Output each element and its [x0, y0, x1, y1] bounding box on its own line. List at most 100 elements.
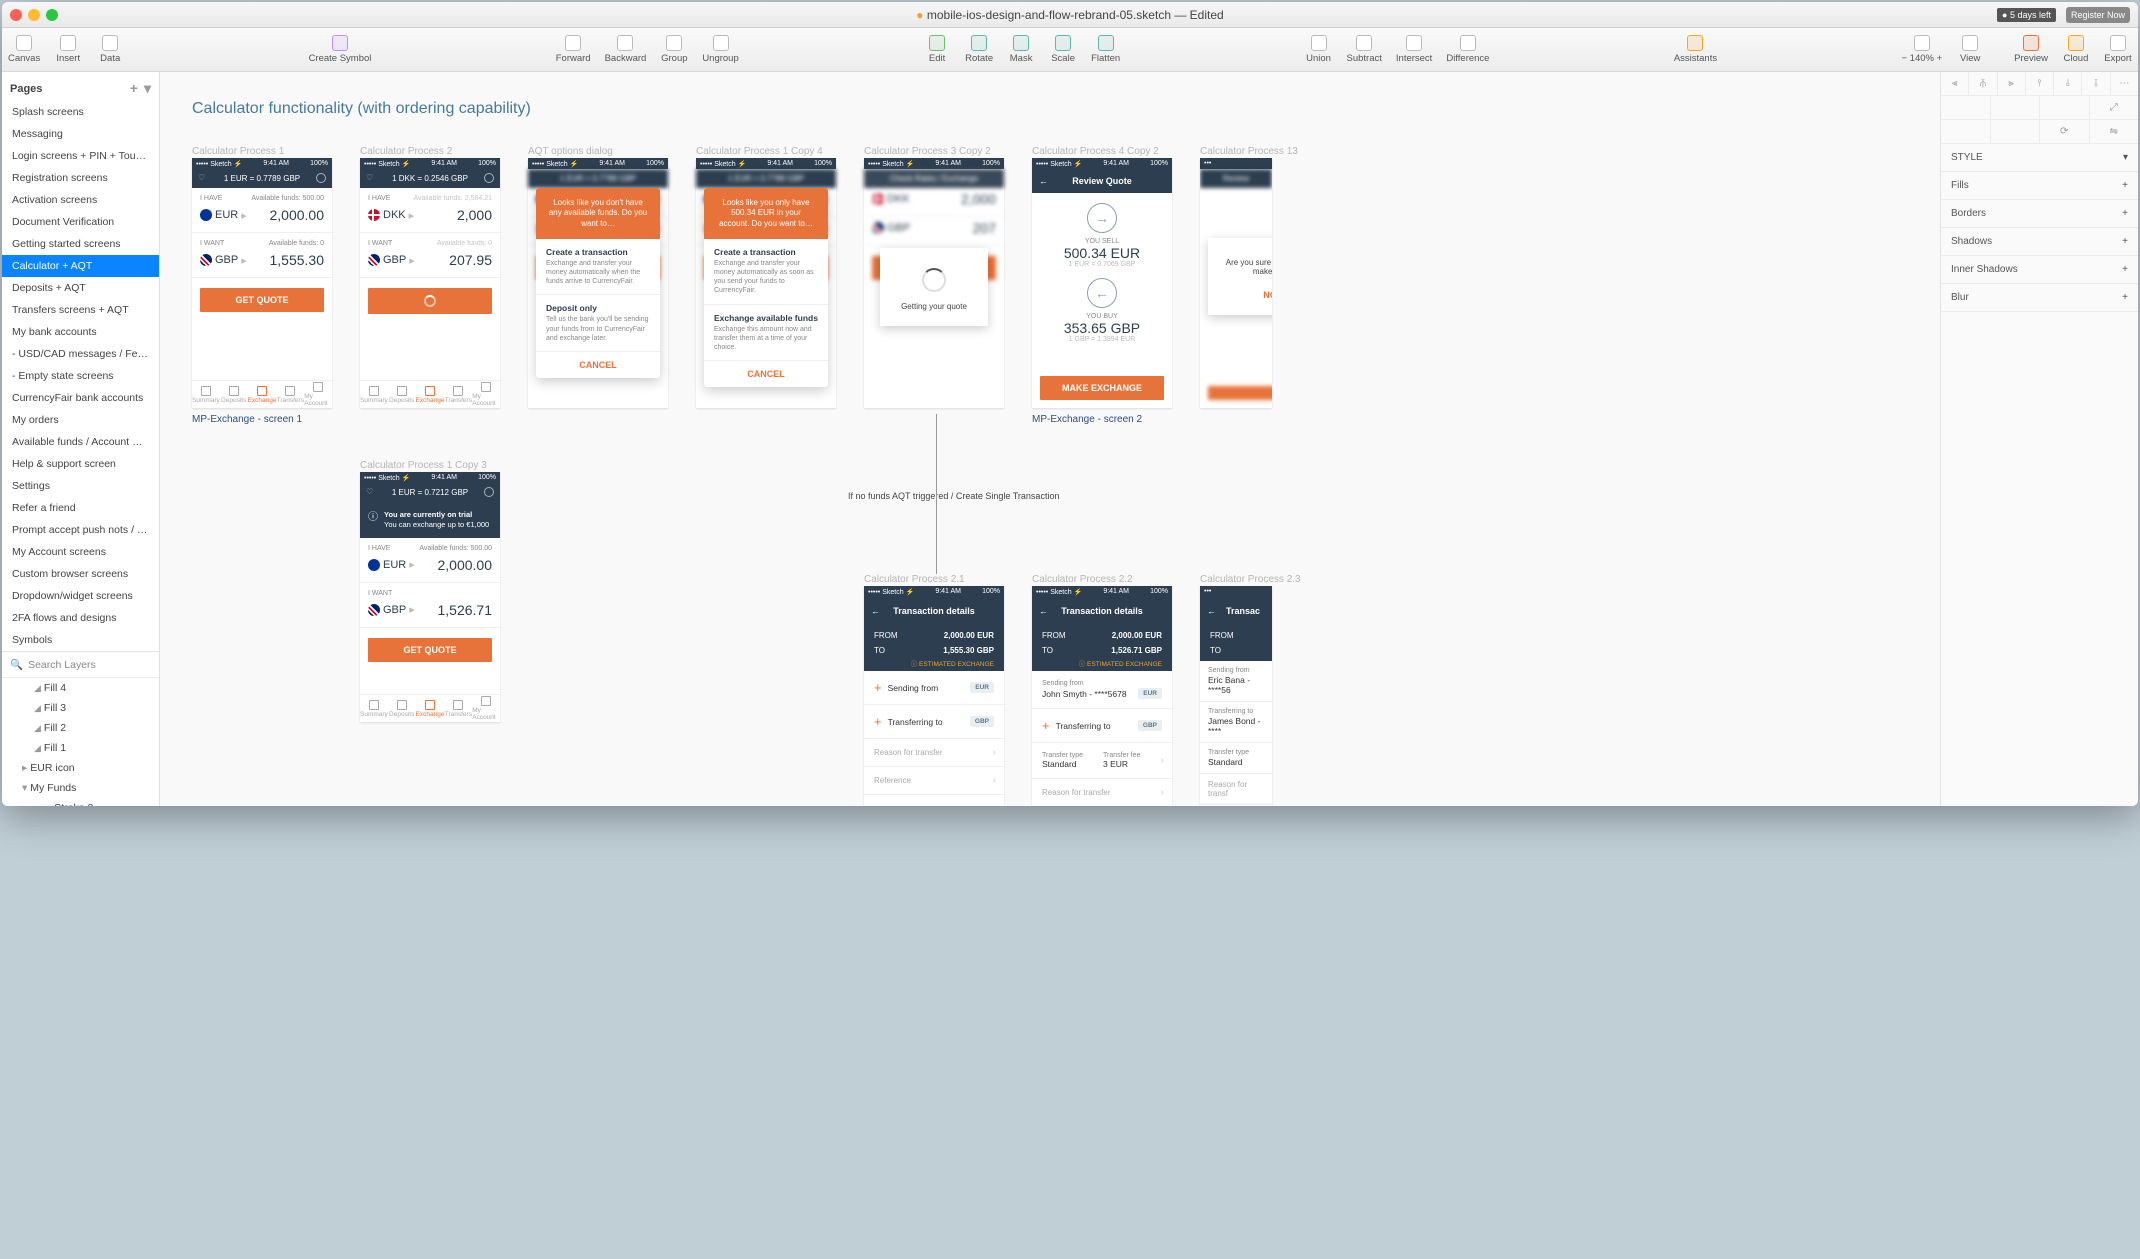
- artboard-aqt-dialog[interactable]: ••••• Sketch ⚡9:41 AM100% 1 EUR = 0.7789…: [528, 158, 668, 408]
- rotate-tool[interactable]: Rotate: [965, 35, 993, 64]
- page-item[interactable]: Settings: [2, 475, 159, 497]
- artboard-calc2[interactable]: ••••• Sketch ⚡9:41 AM100% ♡1 DKK = 0.254…: [360, 158, 500, 408]
- page-item[interactable]: Activation screens: [2, 189, 159, 211]
- canvas[interactable]: Calculator functionality (with ordering …: [160, 72, 1940, 806]
- make-exchange-button[interactable]: MAKE EXCHANGE: [1040, 376, 1164, 400]
- cloud-tool[interactable]: Cloud: [2062, 35, 2090, 64]
- page-item[interactable]: 2FA flows and designs: [2, 607, 159, 629]
- get-quote-button[interactable]: GET QUOTE: [368, 638, 492, 662]
- get-quote-button[interactable]: GET QUOTE: [200, 288, 324, 312]
- artboard-calc1c3[interactable]: ••••• Sketch ⚡9:41 AM100% ♡1 EUR = 0.721…: [360, 472, 500, 722]
- page-menu-button[interactable]: ▾: [144, 80, 151, 97]
- layer-item[interactable]: ▸Stroke 2: [2, 798, 159, 806]
- zoom-tool[interactable]: − 140% +: [1901, 35, 1942, 64]
- artboard-label[interactable]: AQT options dialog: [528, 146, 613, 157]
- canvas-tool[interactable]: Canvas: [8, 35, 40, 64]
- app-window: ● mobile-ios-design-and-flow-rebrand-05.…: [2, 2, 2138, 806]
- artboard-details3[interactable]: ••• ←Transac FROM TO Sending from Eric B…: [1200, 586, 1272, 806]
- artboard-label[interactable]: Calculator Process 2.2: [1032, 574, 1133, 585]
- page-item[interactable]: CurrencyFair bank accounts: [2, 387, 159, 409]
- plus-icon[interactable]: +: [874, 714, 882, 729]
- plus-icon[interactable]: +: [874, 680, 882, 695]
- ungroup-tool[interactable]: Ungroup: [702, 35, 738, 64]
- artboard-label[interactable]: Calculator Process 2: [360, 146, 452, 157]
- artboard-calc1[interactable]: ••••• Sketch ⚡9:41 AM100% ♡1 EUR = 0.778…: [192, 158, 332, 408]
- export-tool[interactable]: Export: [2104, 35, 2132, 64]
- group-tool[interactable]: Group: [660, 35, 688, 64]
- page-item[interactable]: My bank accounts: [2, 321, 159, 343]
- page-item[interactable]: - USD/CAD messages / Fedwire: [2, 343, 159, 365]
- artboard-label[interactable]: Calculator Process 2.1: [864, 574, 965, 585]
- artboard-label[interactable]: Calculator Process 3 Copy 2: [864, 146, 991, 157]
- fills-section[interactable]: Fills+: [1941, 172, 2138, 200]
- borders-section[interactable]: Borders+: [1941, 200, 2138, 228]
- artboard-loading[interactable]: ••••• Sketch ⚡9:41 AM100% Check Rates / …: [864, 158, 1004, 408]
- cancel-button[interactable]: CANCEL: [536, 352, 660, 378]
- page-item[interactable]: Symbols: [2, 629, 159, 651]
- insert-tool[interactable]: Insert: [54, 35, 82, 64]
- pages-list[interactable]: Splash screensMessagingLogin screens + P…: [2, 101, 159, 651]
- artboard-label[interactable]: Calculator Process 2.3: [1200, 574, 1301, 585]
- create-symbol-tool[interactable]: Create Symbol: [309, 35, 372, 64]
- artboard-label[interactable]: Calculator Process 13: [1200, 146, 1298, 157]
- assistants-tool[interactable]: Assistants: [1674, 35, 1717, 64]
- artboard-review[interactable]: ••••• Sketch ⚡9:41 AM100% ←Review Quote …: [1032, 158, 1172, 408]
- page-item[interactable]: Splash screens: [2, 101, 159, 123]
- page-item[interactable]: Document Verification: [2, 211, 159, 233]
- page-item[interactable]: Help & support screen: [2, 453, 159, 475]
- inner-shadows-section[interactable]: Inner Shadows+: [1941, 256, 2138, 284]
- page-item[interactable]: Messaging: [2, 123, 159, 145]
- artboard-label[interactable]: Calculator Process 1 Copy 4: [696, 146, 823, 157]
- forward-tool[interactable]: Forward: [556, 35, 591, 64]
- artboard-details2[interactable]: ••••• Sketch ⚡9:41 AM100% ←Transaction d…: [1032, 586, 1172, 806]
- view-tool[interactable]: View: [1956, 35, 1984, 64]
- page-item[interactable]: Transfers screens + AQT: [2, 299, 159, 321]
- page-item[interactable]: My orders: [2, 409, 159, 431]
- layer-item[interactable]: ◢Fill 2: [2, 718, 159, 738]
- pages-header: Pages +▾: [2, 72, 159, 101]
- data-tool[interactable]: Data: [96, 35, 124, 64]
- layer-item[interactable]: ▾My Funds: [2, 778, 159, 798]
- preview-tool[interactable]: Preview: [2014, 35, 2048, 64]
- scale-tool[interactable]: Scale: [1049, 35, 1077, 64]
- page-item[interactable]: - Empty state screens: [2, 365, 159, 387]
- cancel-button[interactable]: CANCEL: [704, 361, 828, 387]
- page-item[interactable]: Prompt accept push nots / time out: [2, 519, 159, 541]
- style-section[interactable]: STYLE▾: [1941, 144, 2138, 172]
- align-row[interactable]: ⫷⫚⫸⫯⫰⫱⋯: [1941, 72, 2138, 96]
- page-item[interactable]: Login screens + PIN + Touch ID: [2, 145, 159, 167]
- page-item[interactable]: Deposits + AQT: [2, 277, 159, 299]
- artboard-label[interactable]: Calculator Process 1: [192, 146, 284, 157]
- page-item[interactable]: Calculator + AQT: [2, 255, 159, 277]
- subtract-tool[interactable]: Subtract: [1347, 35, 1382, 64]
- page-item[interactable]: My Account screens: [2, 541, 159, 563]
- artboard-label[interactable]: Calculator Process 4 Copy 2: [1032, 146, 1159, 157]
- add-page-button[interactable]: +: [130, 80, 138, 97]
- layer-item[interactable]: ◢Fill 3: [2, 698, 159, 718]
- page-item[interactable]: Custom browser screens: [2, 563, 159, 585]
- artboard-calc1c4[interactable]: ••••• Sketch ⚡9:41 AM100% 1 EUR = 0.7789…: [696, 158, 836, 408]
- mask-tool[interactable]: Mask: [1007, 35, 1035, 64]
- layer-item[interactable]: ▸EUR icon: [2, 758, 159, 778]
- intersect-tool[interactable]: Intersect: [1396, 35, 1432, 64]
- difference-tool[interactable]: Difference: [1446, 35, 1489, 64]
- layer-item[interactable]: ◢Fill 1: [2, 738, 159, 758]
- backward-tool[interactable]: Backward: [605, 35, 647, 64]
- back-arrow-icon[interactable]: ←: [871, 606, 880, 616]
- artboard-details1[interactable]: ••••• Sketch ⚡9:41 AM100% ←Transaction d…: [864, 586, 1004, 806]
- artboard-confirm[interactable]: ••• Review Are you sure you want to make…: [1200, 158, 1272, 408]
- page-item[interactable]: Registration screens: [2, 167, 159, 189]
- blur-section[interactable]: Blur+: [1941, 284, 2138, 312]
- shadows-section[interactable]: Shadows+: [1941, 228, 2138, 256]
- page-item[interactable]: Refer a friend: [2, 497, 159, 519]
- flatten-tool[interactable]: Flatten: [1091, 35, 1120, 64]
- page-item[interactable]: Getting started screens: [2, 233, 159, 255]
- union-tool[interactable]: Union: [1305, 35, 1333, 64]
- page-item[interactable]: Available funds / Account Summary: [2, 431, 159, 453]
- search-layers[interactable]: 🔍 Search Layers: [2, 652, 159, 678]
- layer-item[interactable]: ◢Fill 4: [2, 678, 159, 698]
- artboard-label[interactable]: Calculator Process 1 Copy 3: [360, 460, 487, 471]
- edit-tool[interactable]: Edit: [923, 35, 951, 64]
- page-item[interactable]: Dropdown/widget screens: [2, 585, 159, 607]
- back-arrow-icon[interactable]: ←: [1039, 176, 1048, 186]
